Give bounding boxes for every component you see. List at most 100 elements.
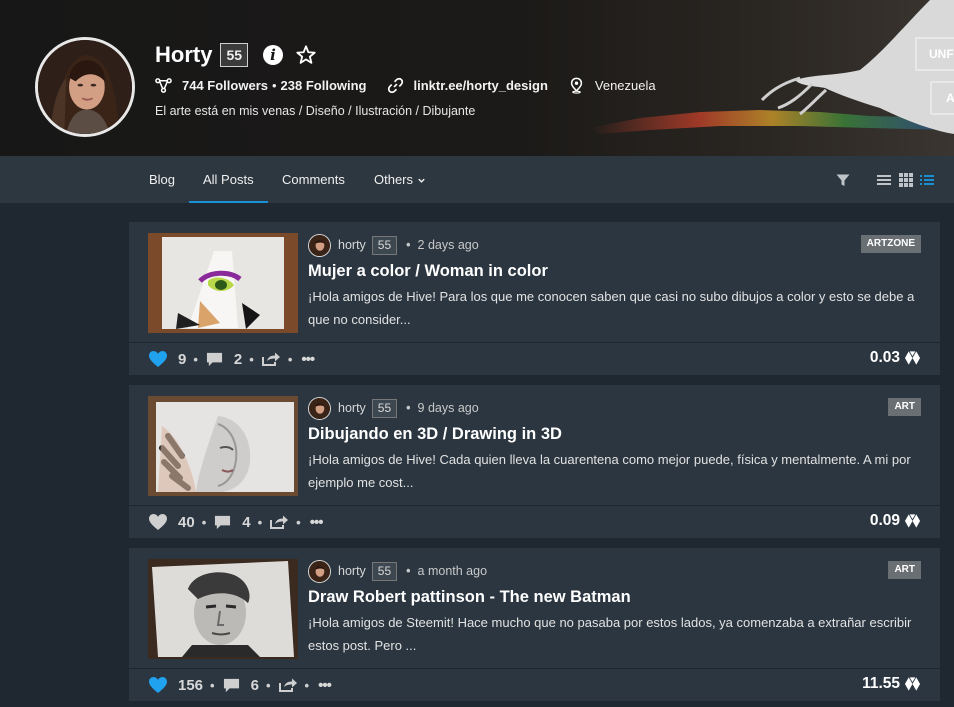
upvote-heart-icon[interactable] — [148, 676, 168, 694]
meta-dot: • — [406, 238, 411, 252]
post-footer: 9 • 2 • • ••• 0.03 — [129, 343, 940, 375]
post-author[interactable]: horty — [338, 238, 366, 252]
post-meta: horty 55 • a month ago — [308, 559, 488, 583]
tab-all-posts[interactable]: All Posts — [189, 156, 268, 203]
post-author[interactable]: horty — [338, 401, 366, 415]
hive-icon — [904, 514, 921, 528]
post-card-body: horty 55 • 9 days ago ART Dibujando en 3… — [129, 385, 940, 506]
profile-about: El arte está en mis venas / Diseño / Ilu… — [155, 104, 476, 118]
profile-header: Horty 55 i 744 Followers • 238 Following… — [0, 0, 954, 156]
post-time[interactable]: 9 days ago — [418, 401, 479, 415]
vote-count[interactable]: 156 — [178, 677, 203, 694]
footer-dot: • — [304, 677, 310, 693]
post-thumbnail[interactable] — [148, 559, 298, 659]
reblog-icon[interactable] — [261, 351, 281, 367]
payout-value: 0.09 — [869, 512, 900, 529]
author-avatar[interactable] — [308, 559, 331, 583]
comment-count[interactable]: 4 — [242, 514, 250, 531]
following-count[interactable]: 238 Following — [281, 78, 367, 93]
payout-value: 11.55 — [862, 675, 900, 692]
comment-count[interactable]: 2 — [234, 351, 242, 368]
author-reputation: 55 — [371, 235, 398, 255]
comment-count[interactable]: 6 — [251, 677, 259, 694]
post-tag[interactable]: ART — [888, 398, 921, 416]
payout-value: 0.03 — [869, 349, 900, 366]
more-options-icon[interactable]: ••• — [310, 514, 324, 531]
post-payout[interactable]: 0.09 — [870, 512, 921, 530]
more-options-icon[interactable]: ••• — [301, 351, 315, 368]
footer-dot: • — [193, 351, 198, 367]
post-card[interactable]: horty 55 • 9 days ago ART Dibujando en 3… — [129, 385, 940, 538]
post-card[interactable]: horty 55 • 2 days ago ARTZONE Mujer a co… — [129, 222, 940, 375]
profile-name: Horty — [155, 42, 213, 67]
footer-dot: • — [210, 677, 215, 693]
post-card[interactable]: horty 55 • a month ago ART Draw Robert p… — [129, 548, 940, 701]
post-title[interactable]: Draw Robert pattinson - The new Batman — [308, 588, 631, 607]
post-thumbnail[interactable] — [148, 233, 298, 333]
footer-dot: • — [257, 514, 263, 530]
footer-dot: • — [249, 351, 254, 367]
header-second-button[interactable]: A — [930, 81, 954, 115]
profile-name-row: Horty 55 i — [155, 42, 317, 68]
post-thumbnail[interactable] — [148, 396, 298, 496]
tab-others[interactable]: Others — [374, 156, 426, 203]
upvote-heart-icon[interactable] — [148, 350, 168, 368]
tab-blog[interactable]: Blog — [149, 156, 175, 203]
post-card-body: horty 55 • 2 days ago ARTZONE Mujer a co… — [129, 222, 940, 343]
filter-icon[interactable] — [835, 172, 851, 188]
vote-count[interactable]: 9 — [178, 351, 186, 368]
comment-icon[interactable] — [213, 514, 232, 531]
followers-icon — [155, 77, 172, 93]
tab-comments[interactable]: Comments — [282, 156, 345, 203]
author-reputation: 55 — [371, 561, 398, 581]
post-excerpt[interactable]: ¡Hola amigos de Hive! Cada quien lleva l… — [308, 449, 928, 494]
list-view-icon[interactable] — [919, 172, 935, 188]
post-footer: 156 • 6 • • ••• 11.55 — [129, 669, 940, 701]
post-time[interactable]: a month ago — [418, 564, 488, 578]
unfollow-button[interactable]: UNFO — [915, 37, 954, 71]
footer-dot: • — [287, 351, 293, 367]
hive-icon — [904, 677, 921, 691]
compact-list-view-icon[interactable] — [876, 172, 892, 188]
profile-avatar[interactable] — [35, 37, 135, 137]
upvote-heart-icon[interactable] — [148, 513, 168, 531]
comment-icon[interactable] — [205, 351, 224, 368]
author-avatar[interactable] — [308, 396, 331, 420]
post-time[interactable]: 2 days ago — [418, 238, 479, 252]
post-title[interactable]: Mujer a color / Woman in color — [308, 262, 548, 281]
stats-separator: • — [271, 77, 277, 93]
post-author[interactable]: horty — [338, 564, 366, 578]
post-excerpt[interactable]: ¡Hola amigos de Hive! Para los que me co… — [308, 286, 928, 331]
comment-icon[interactable] — [222, 677, 241, 694]
post-meta: horty 55 • 2 days ago — [308, 233, 479, 257]
grid-view-icon[interactable] — [898, 172, 914, 188]
author-reputation: 55 — [371, 398, 398, 418]
post-tag[interactable]: ARTZONE — [860, 235, 921, 253]
meta-dot: • — [406, 564, 411, 578]
post-title[interactable]: Dibujando en 3D / Drawing in 3D — [308, 425, 562, 444]
reblog-icon[interactable] — [278, 677, 298, 693]
author-avatar[interactable] — [308, 233, 331, 257]
reblog-icon[interactable] — [269, 514, 289, 530]
post-payout[interactable]: 11.55 — [862, 675, 921, 693]
post-meta: horty 55 • 9 days ago — [308, 396, 479, 420]
post-footer: 40 • 4 • • ••• 0.09 — [129, 506, 940, 538]
tab-others-label: Others — [374, 172, 414, 187]
post-card-body: horty 55 • a month ago ART Draw Robert p… — [129, 548, 940, 669]
reputation-badge: 55 — [220, 43, 249, 67]
followers-count[interactable]: 744 Followers — [182, 78, 268, 93]
link-icon — [387, 77, 403, 93]
footer-dot: • — [296, 514, 301, 530]
post-excerpt[interactable]: ¡Hola amigos de Steemit! Hace mucho que … — [308, 612, 928, 657]
meta-dot: • — [406, 401, 411, 415]
footer-dot: • — [201, 514, 207, 530]
info-icon[interactable]: i — [263, 45, 284, 65]
vote-count[interactable]: 40 — [178, 514, 195, 531]
star-icon[interactable] — [295, 44, 317, 66]
footer-dot: • — [265, 677, 271, 693]
profile-nav: Blog All Posts Comments Others — [0, 156, 954, 203]
post-payout[interactable]: 0.03 — [870, 349, 921, 367]
post-tag[interactable]: ART — [888, 561, 921, 579]
more-options-icon[interactable]: ••• — [318, 677, 332, 694]
profile-link[interactable]: linktr.ee/horty_design — [414, 78, 548, 93]
